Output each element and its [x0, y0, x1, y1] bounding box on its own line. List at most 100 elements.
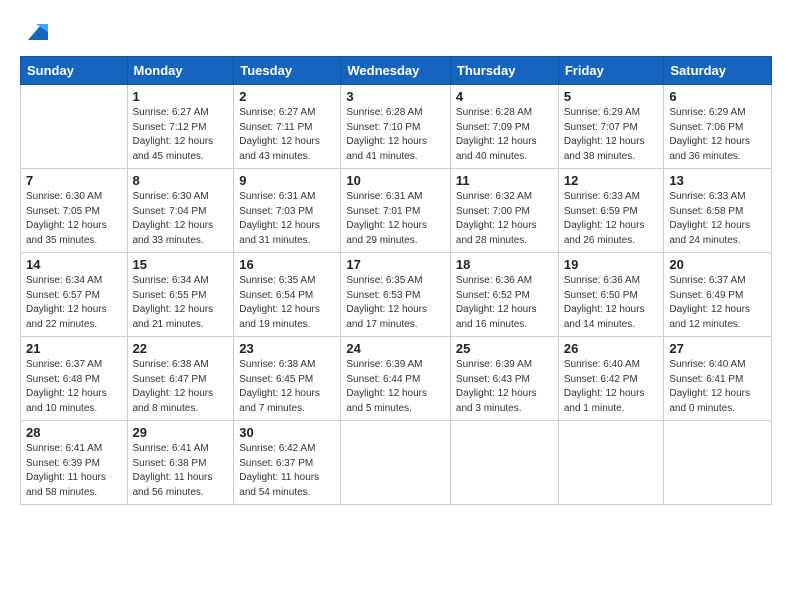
day-cell: 16Sunrise: 6:35 AM Sunset: 6:54 PM Dayli…: [234, 253, 341, 337]
day-number: 4: [456, 89, 553, 104]
day-number: 19: [564, 257, 659, 272]
day-number: 17: [346, 257, 445, 272]
day-cell: [341, 421, 451, 505]
day-number: 14: [26, 257, 122, 272]
day-cell: 24Sunrise: 6:39 AM Sunset: 6:44 PM Dayli…: [341, 337, 451, 421]
day-number: 8: [133, 173, 229, 188]
weekday-wednesday: Wednesday: [341, 57, 451, 85]
week-row-1: 7 Sunrise: 6:30 AM Sunset: 7:05 PM Daylig…: [21, 169, 772, 253]
week-row-2: 14 Sunrise: 6:34 AM Sunset: 6:57 PM Dayli…: [21, 253, 772, 337]
day-number: 11: [456, 173, 553, 188]
day-info: Sunrise: 6:34 AM Sunset: 6:55 PM Dayligh…: [133, 274, 229, 332]
day-cell: 18 Sunrise: 6:36 AM Sunset: 6:52 PM Dayli…: [450, 253, 558, 337]
day-number: 2: [239, 89, 335, 104]
day-cell: 6 Sunrise: 6:29 AM Sunset: 7:06 PM Daylig…: [664, 85, 772, 169]
day-info: Sunrise: 6:33 AM Sunset: 6:59 PM Dayligh…: [564, 190, 659, 248]
day-info: Sunrise: 6:37 AM Sunset: 6:49 PM Dayligh…: [669, 274, 766, 332]
day-cell: 20 Sunrise: 6:37 AM Sunset: 6:49 PM Dayli…: [664, 253, 772, 337]
day-cell: [558, 421, 664, 505]
day-number: 20: [669, 257, 766, 272]
day-number: 29: [133, 425, 229, 440]
day-cell: 3 Sunrise: 6:28 AM Sunset: 7:10 PM Daylig…: [341, 85, 451, 169]
day-cell: 8 Sunrise: 6:30 AM Sunset: 7:04 PM Daylig…: [127, 169, 234, 253]
day-info: Sunrise: 6:31 AM Sunset: 7:03 PM Dayligh…: [239, 190, 335, 248]
day-info: Sunrise: 6:33 AM Sunset: 6:58 PM Dayligh…: [669, 190, 766, 248]
day-info: Sunrise: 6:37 AM Sunset: 6:48 PM Dayligh…: [26, 358, 122, 416]
weekday-sunday: Sunday: [21, 57, 128, 85]
day-number: 1: [133, 89, 229, 104]
day-cell: 2 Sunrise: 6:27 AM Sunset: 7:11 PM Daylig…: [234, 85, 341, 169]
day-cell: 17Sunrise: 6:35 AM Sunset: 6:53 PM Dayli…: [341, 253, 451, 337]
day-info: Sunrise: 6:38 AM Sunset: 6:45 PM Dayligh…: [239, 358, 335, 416]
day-cell: 9 Sunrise: 6:31 AM Sunset: 7:03 PM Daylig…: [234, 169, 341, 253]
day-number: 3: [346, 89, 445, 104]
week-row-4: 28 Sunrise: 6:41 AM Sunset: 6:39 PM Dayli…: [21, 421, 772, 505]
day-info: Sunrise: 6:30 AM Sunset: 7:04 PM Dayligh…: [133, 190, 229, 248]
weekday-header-row: SundayMondayTuesdayWednesdayThursdayFrid…: [21, 57, 772, 85]
logo-icon: [22, 18, 50, 46]
day-cell: [450, 421, 558, 505]
day-cell: 5Sunrise: 6:29 AM Sunset: 7:07 PM Daylig…: [558, 85, 664, 169]
day-cell: 22 Sunrise: 6:38 AM Sunset: 6:47 PM Dayli…: [127, 337, 234, 421]
day-info: Sunrise: 6:38 AM Sunset: 6:47 PM Dayligh…: [133, 358, 229, 416]
day-cell: 26 Sunrise: 6:40 AM Sunset: 6:42 PM Dayli…: [558, 337, 664, 421]
day-number: 10: [346, 173, 445, 188]
day-info: Sunrise: 6:39 AM Sunset: 6:43 PM Dayligh…: [456, 358, 553, 416]
day-info: Sunrise: 6:31 AM Sunset: 7:01 PM Dayligh…: [346, 190, 445, 248]
day-number: 7: [26, 173, 122, 188]
day-cell: 30 Sunrise: 6:42 AM Sunset: 6:37 PM Dayli…: [234, 421, 341, 505]
day-number: 28: [26, 425, 122, 440]
day-number: 26: [564, 341, 659, 356]
day-cell: 4 Sunrise: 6:28 AM Sunset: 7:09 PM Daylig…: [450, 85, 558, 169]
day-info: Sunrise: 6:28 AM Sunset: 7:09 PM Dayligh…: [456, 106, 553, 164]
weekday-tuesday: Tuesday: [234, 57, 341, 85]
day-cell: 11 Sunrise: 6:32 AM Sunset: 7:00 PM Dayli…: [450, 169, 558, 253]
day-number: 25: [456, 341, 553, 356]
weekday-thursday: Thursday: [450, 57, 558, 85]
day-cell: 29 Sunrise: 6:41 AM Sunset: 6:38 PM Dayli…: [127, 421, 234, 505]
day-cell: [21, 85, 128, 169]
day-number: 30: [239, 425, 335, 440]
page: SundayMondayTuesdayWednesdayThursdayFrid…: [0, 0, 792, 612]
day-number: 13: [669, 173, 766, 188]
day-cell: 1Sunrise: 6:27 AM Sunset: 7:12 PM Daylig…: [127, 85, 234, 169]
day-cell: 21Sunrise: 6:37 AM Sunset: 6:48 PM Dayli…: [21, 337, 128, 421]
day-info: Sunrise: 6:36 AM Sunset: 6:50 PM Dayligh…: [564, 274, 659, 332]
day-number: 9: [239, 173, 335, 188]
day-number: 23: [239, 341, 335, 356]
day-info: Sunrise: 6:41 AM Sunset: 6:38 PM Dayligh…: [133, 442, 229, 500]
day-info: Sunrise: 6:40 AM Sunset: 6:42 PM Dayligh…: [564, 358, 659, 416]
day-info: Sunrise: 6:40 AM Sunset: 6:41 PM Dayligh…: [669, 358, 766, 416]
day-cell: 14 Sunrise: 6:34 AM Sunset: 6:57 PM Dayli…: [21, 253, 128, 337]
day-cell: 13 Sunrise: 6:33 AM Sunset: 6:58 PM Dayli…: [664, 169, 772, 253]
week-row-3: 21Sunrise: 6:37 AM Sunset: 6:48 PM Dayli…: [21, 337, 772, 421]
logo: [20, 18, 50, 46]
day-info: Sunrise: 6:29 AM Sunset: 7:06 PM Dayligh…: [669, 106, 766, 164]
day-info: Sunrise: 6:28 AM Sunset: 7:10 PM Dayligh…: [346, 106, 445, 164]
day-number: 24: [346, 341, 445, 356]
day-number: 6: [669, 89, 766, 104]
week-row-0: 1Sunrise: 6:27 AM Sunset: 7:12 PM Daylig…: [21, 85, 772, 169]
day-info: Sunrise: 6:34 AM Sunset: 6:57 PM Dayligh…: [26, 274, 122, 332]
weekday-monday: Monday: [127, 57, 234, 85]
day-info: Sunrise: 6:42 AM Sunset: 6:37 PM Dayligh…: [239, 442, 335, 500]
day-number: 15: [133, 257, 229, 272]
day-info: Sunrise: 6:27 AM Sunset: 7:11 PM Dayligh…: [239, 106, 335, 164]
day-info: Sunrise: 6:41 AM Sunset: 6:39 PM Dayligh…: [26, 442, 122, 500]
calendar-table: SundayMondayTuesdayWednesdayThursdayFrid…: [20, 56, 772, 505]
day-cell: 7 Sunrise: 6:30 AM Sunset: 7:05 PM Daylig…: [21, 169, 128, 253]
day-info: Sunrise: 6:32 AM Sunset: 7:00 PM Dayligh…: [456, 190, 553, 248]
day-cell: 28 Sunrise: 6:41 AM Sunset: 6:39 PM Dayli…: [21, 421, 128, 505]
day-cell: 12Sunrise: 6:33 AM Sunset: 6:59 PM Dayli…: [558, 169, 664, 253]
day-number: 5: [564, 89, 659, 104]
day-info: Sunrise: 6:36 AM Sunset: 6:52 PM Dayligh…: [456, 274, 553, 332]
weekday-friday: Friday: [558, 57, 664, 85]
day-number: 18: [456, 257, 553, 272]
day-cell: [664, 421, 772, 505]
day-cell: 23 Sunrise: 6:38 AM Sunset: 6:45 PM Dayli…: [234, 337, 341, 421]
weekday-saturday: Saturday: [664, 57, 772, 85]
day-number: 22: [133, 341, 229, 356]
day-number: 27: [669, 341, 766, 356]
header: [20, 18, 772, 46]
day-info: Sunrise: 6:30 AM Sunset: 7:05 PM Dayligh…: [26, 190, 122, 248]
